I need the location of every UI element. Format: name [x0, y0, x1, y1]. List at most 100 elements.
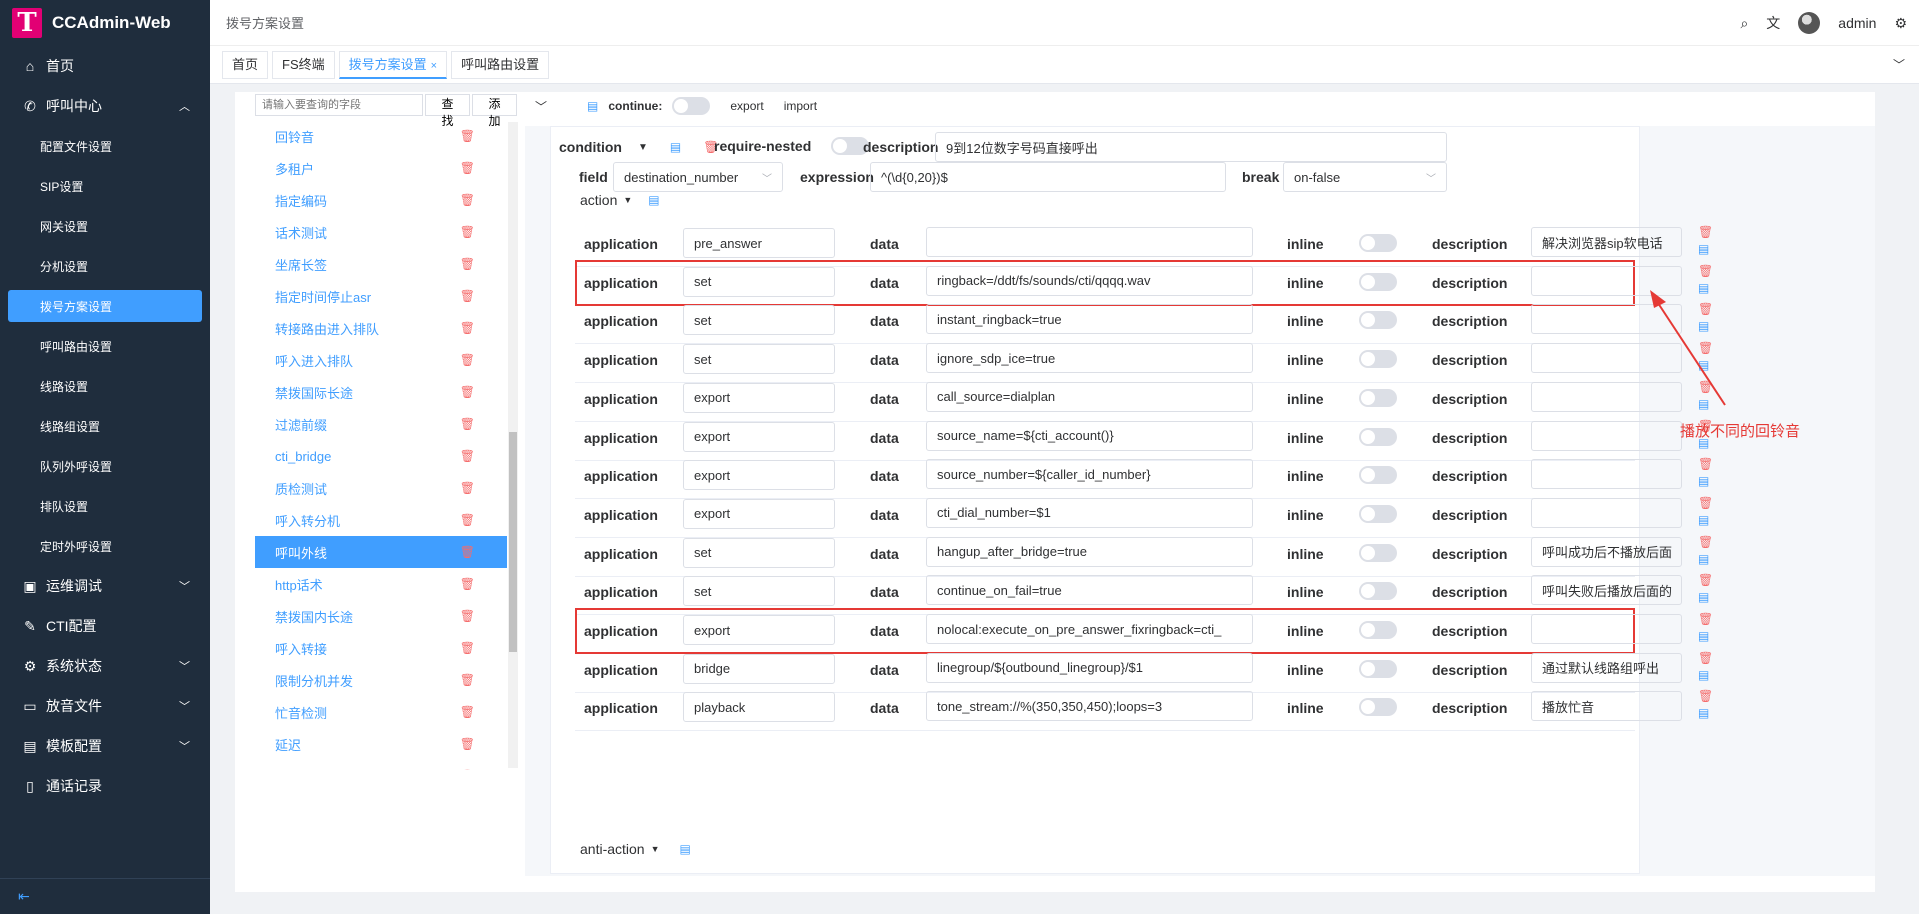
scrollbar-thumb[interactable]: [509, 432, 517, 652]
import-link[interactable]: import: [784, 99, 817, 113]
trash-icon[interactable]: 🗑: [460, 161, 475, 175]
export-link[interactable]: export: [730, 99, 763, 113]
close-icon[interactable]: ×: [431, 60, 437, 72]
continue-switch[interactable]: [672, 97, 711, 115]
add-doc-icon[interactable]: ▤: [1698, 474, 1713, 488]
search-input[interactable]: [255, 94, 423, 116]
trash-icon[interactable]: 🗑: [460, 193, 475, 207]
list-item[interactable]: 禁拨国际长途 🗑: [255, 376, 507, 408]
tab-fs-terminal[interactable]: FS终端: [272, 50, 335, 79]
trash-icon[interactable]: 🗑: [1698, 689, 1713, 703]
inline-switch[interactable]: [1359, 466, 1397, 485]
trash-icon[interactable]: 🗑: [460, 129, 475, 143]
sidebar-subitem[interactable]: 线路组设置: [0, 406, 210, 446]
application-input[interactable]: set: [683, 537, 835, 568]
translate-icon[interactable]: 文: [1766, 13, 1780, 33]
list-item[interactable]: 呼入进入排队 🗑: [255, 344, 507, 376]
search-button[interactable]: 查找: [424, 94, 470, 128]
sidebar-subitem[interactable]: 排队设置: [0, 486, 210, 526]
condition-description-input[interactable]: 9到12位数字号码直接呼出: [935, 132, 1447, 162]
application-input[interactable]: set: [683, 576, 835, 607]
trash-icon[interactable]: 🗑: [1698, 612, 1713, 626]
trash-icon[interactable]: 🗑: [1698, 496, 1713, 510]
data-input[interactable]: cti_dial_number=$1: [926, 497, 1253, 528]
list-item[interactable]: 忙音检测 🗑: [255, 696, 507, 728]
data-input[interactable]: instant_ringback=true: [926, 304, 1253, 335]
trash-icon[interactable]: 🗑: [1698, 535, 1713, 549]
list-item[interactable]: 呼入转分机 🗑: [255, 504, 507, 536]
add-doc-icon[interactable]: ▤: [1698, 706, 1713, 720]
list-item[interactable]: 限制分机并发 🗑: [255, 664, 507, 696]
trash-icon[interactable]: 🗑: [460, 769, 475, 770]
add-doc-icon[interactable]: ▤: [1698, 629, 1713, 643]
application-input[interactable]: export: [683, 382, 835, 413]
sidebar-item-status[interactable]: ⚙ 系统状态 ﹀: [0, 646, 210, 686]
data-input[interactable]: tone_stream://%(350,350,450);loops=3: [926, 691, 1253, 722]
add-doc-icon[interactable]: ▤: [670, 140, 681, 154]
trash-icon[interactable]: 🗑: [460, 257, 475, 271]
sidebar-subitem[interactable]: 线路设置: [0, 366, 210, 406]
application-input[interactable]: set: [683, 305, 835, 336]
sidebar-item-template[interactable]: ▤ 模板配置 ﹀: [0, 726, 210, 766]
list-item[interactable]: cti_bridge 🗑: [255, 440, 507, 472]
doc-icon[interactable]: ▤: [587, 99, 598, 113]
application-input[interactable]: export: [683, 615, 835, 645]
sidebar-subitem[interactable]: 分机设置: [0, 246, 210, 286]
caret-down-icon[interactable]: ▼: [623, 195, 632, 205]
trash-icon[interactable]: 🗑: [1698, 651, 1713, 665]
trash-icon[interactable]: 🗑: [460, 385, 475, 399]
data-input[interactable]: call_source=dialplan: [926, 381, 1253, 412]
username[interactable]: admin: [1838, 15, 1876, 31]
add-anti-action-icon[interactable]: ▤: [680, 842, 691, 856]
sidebar-subitem-active[interactable]: 拨号方案设置: [8, 290, 202, 322]
list-item[interactable]: 坐席长签 🗑: [255, 248, 507, 280]
expression-input[interactable]: ^(\d{0,20})$: [870, 162, 1226, 192]
list-scrollbar[interactable]: [508, 122, 518, 768]
list-item[interactable]: 过滤前缀 🗑: [255, 408, 507, 440]
sidebar-item-cti[interactable]: ✎ CTI配置: [0, 606, 210, 646]
inline-switch[interactable]: [1359, 234, 1397, 252]
description-input[interactable]: [1531, 459, 1682, 490]
trash-icon[interactable]: 🗑: [1698, 457, 1713, 471]
trash-icon[interactable]: 🗑: [460, 289, 475, 303]
application-input[interactable]: set: [683, 266, 835, 297]
list-item[interactable]: 质检测试 🗑: [255, 472, 507, 504]
inline-switch[interactable]: [1359, 388, 1397, 407]
trash-icon[interactable]: 🗑: [460, 417, 475, 431]
collapse-sidebar-button[interactable]: ⇤: [0, 878, 210, 914]
trash-icon[interactable]: 🗑: [460, 225, 475, 239]
description-input[interactable]: 播放忙音: [1531, 691, 1682, 722]
trash-icon[interactable]: 🗑: [460, 513, 475, 527]
list-item[interactable]: 呼叫外线 🗑: [255, 536, 507, 568]
sidebar-item-ops[interactable]: ▣ 运维调试 ﹀: [0, 566, 210, 606]
chevron-down-icon[interactable]: ﹀: [1893, 56, 1905, 73]
application-input[interactable]: export: [683, 460, 835, 491]
inline-switch[interactable]: [1359, 698, 1397, 717]
description-input[interactable]: 呼叫成功后不播放后面: [1531, 536, 1682, 567]
data-input[interactable]: ignore_sdp_ice=true: [926, 343, 1253, 374]
list-item[interactable]: 指定编码 🗑: [255, 184, 507, 216]
description-input[interactable]: 解决浏览器sip软电话: [1531, 227, 1682, 257]
application-input[interactable]: playback: [683, 692, 835, 723]
list-item[interactable]: 延迟 🗑: [255, 728, 507, 760]
list-item[interactable]: http话术 🗑: [255, 568, 507, 600]
add-doc-icon[interactable]: ▤: [1698, 552, 1713, 566]
trash-icon[interactable]: 🗑: [460, 641, 475, 655]
add-doc-icon[interactable]: ▤: [1698, 590, 1713, 604]
search-icon[interactable]: ⌕: [1740, 15, 1748, 32]
data-input[interactable]: source_number=${caller_id_number}: [926, 459, 1253, 490]
tab-dialplan[interactable]: 拨号方案设置 ×: [338, 50, 448, 79]
trash-icon[interactable]: 🗑: [460, 481, 475, 495]
trash-icon[interactable]: 🗑: [460, 705, 475, 719]
add-doc-icon[interactable]: ▤: [1698, 668, 1713, 682]
tab-call-route[interactable]: 呼叫路由设置: [451, 50, 550, 79]
sidebar-subitem[interactable]: SIP设置: [0, 166, 210, 206]
trash-icon[interactable]: 🗑: [460, 449, 475, 463]
sidebar-subitem[interactable]: 呼叫路由设置: [0, 326, 210, 366]
inline-switch[interactable]: [1359, 427, 1397, 446]
data-input[interactable]: ringback=/ddt/fs/sounds/cti/qqqq.wav: [926, 265, 1253, 296]
data-input[interactable]: [926, 227, 1253, 257]
application-input[interactable]: export: [683, 421, 835, 452]
list-item[interactable]: 通话录音 🗑: [255, 760, 507, 770]
settings-icon[interactable]: ⚙: [1894, 15, 1907, 32]
